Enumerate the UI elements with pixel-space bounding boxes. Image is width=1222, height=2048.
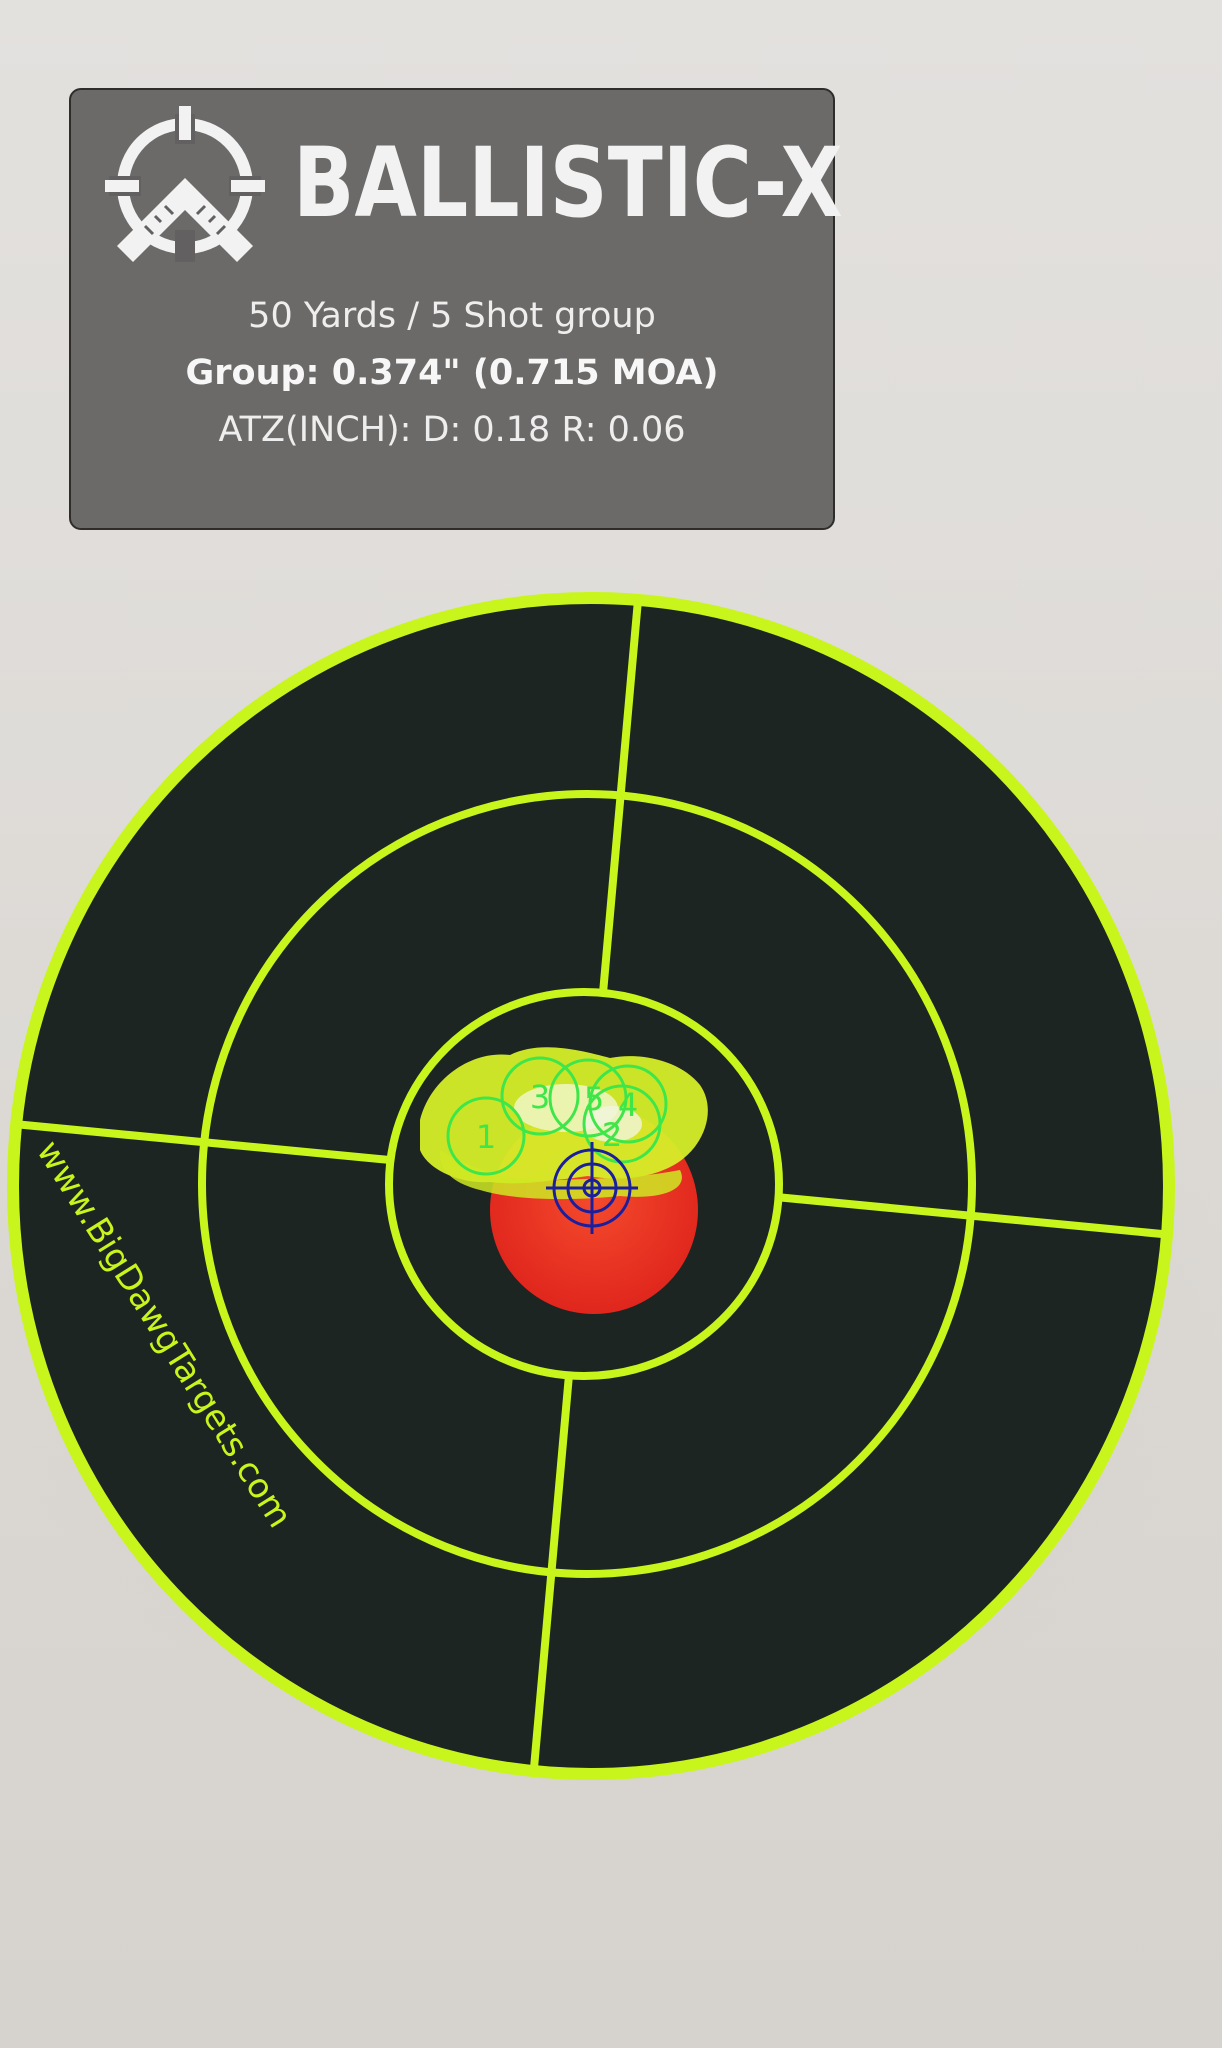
group-size: Group: 0.374" (0.715 MOA): [185, 353, 719, 393]
shot-marker-label: 1: [476, 1118, 496, 1156]
shot-marker-label: 3: [530, 1078, 550, 1116]
group-info-card: BALLISTIC-X 50 Yards / 5 Shot group Grou…: [69, 88, 843, 530]
distance-shot-count: 50 Yards / 5 Shot group: [248, 296, 656, 336]
brand-name: BALLISTIC-X: [293, 127, 843, 239]
shot-marker-label: 5: [584, 1080, 604, 1118]
atz-offset: ATZ(INCH): D: 0.18 R: 0.06: [218, 410, 686, 450]
ballistic-x-logo-icon: [105, 106, 265, 262]
